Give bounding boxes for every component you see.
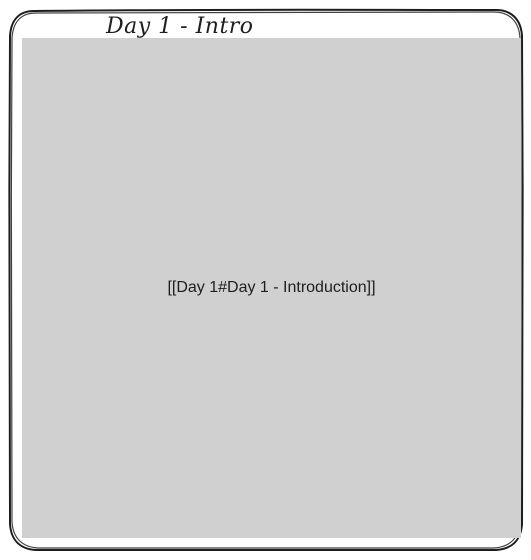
embed-placeholder[interactable]: [[Day 1#Day 1 - Introduction]]	[22, 38, 521, 538]
embed-link-text[interactable]: [[Day 1#Day 1 - Introduction]]	[167, 279, 375, 297]
frame-title: Day 1 - Intro	[106, 14, 254, 39]
